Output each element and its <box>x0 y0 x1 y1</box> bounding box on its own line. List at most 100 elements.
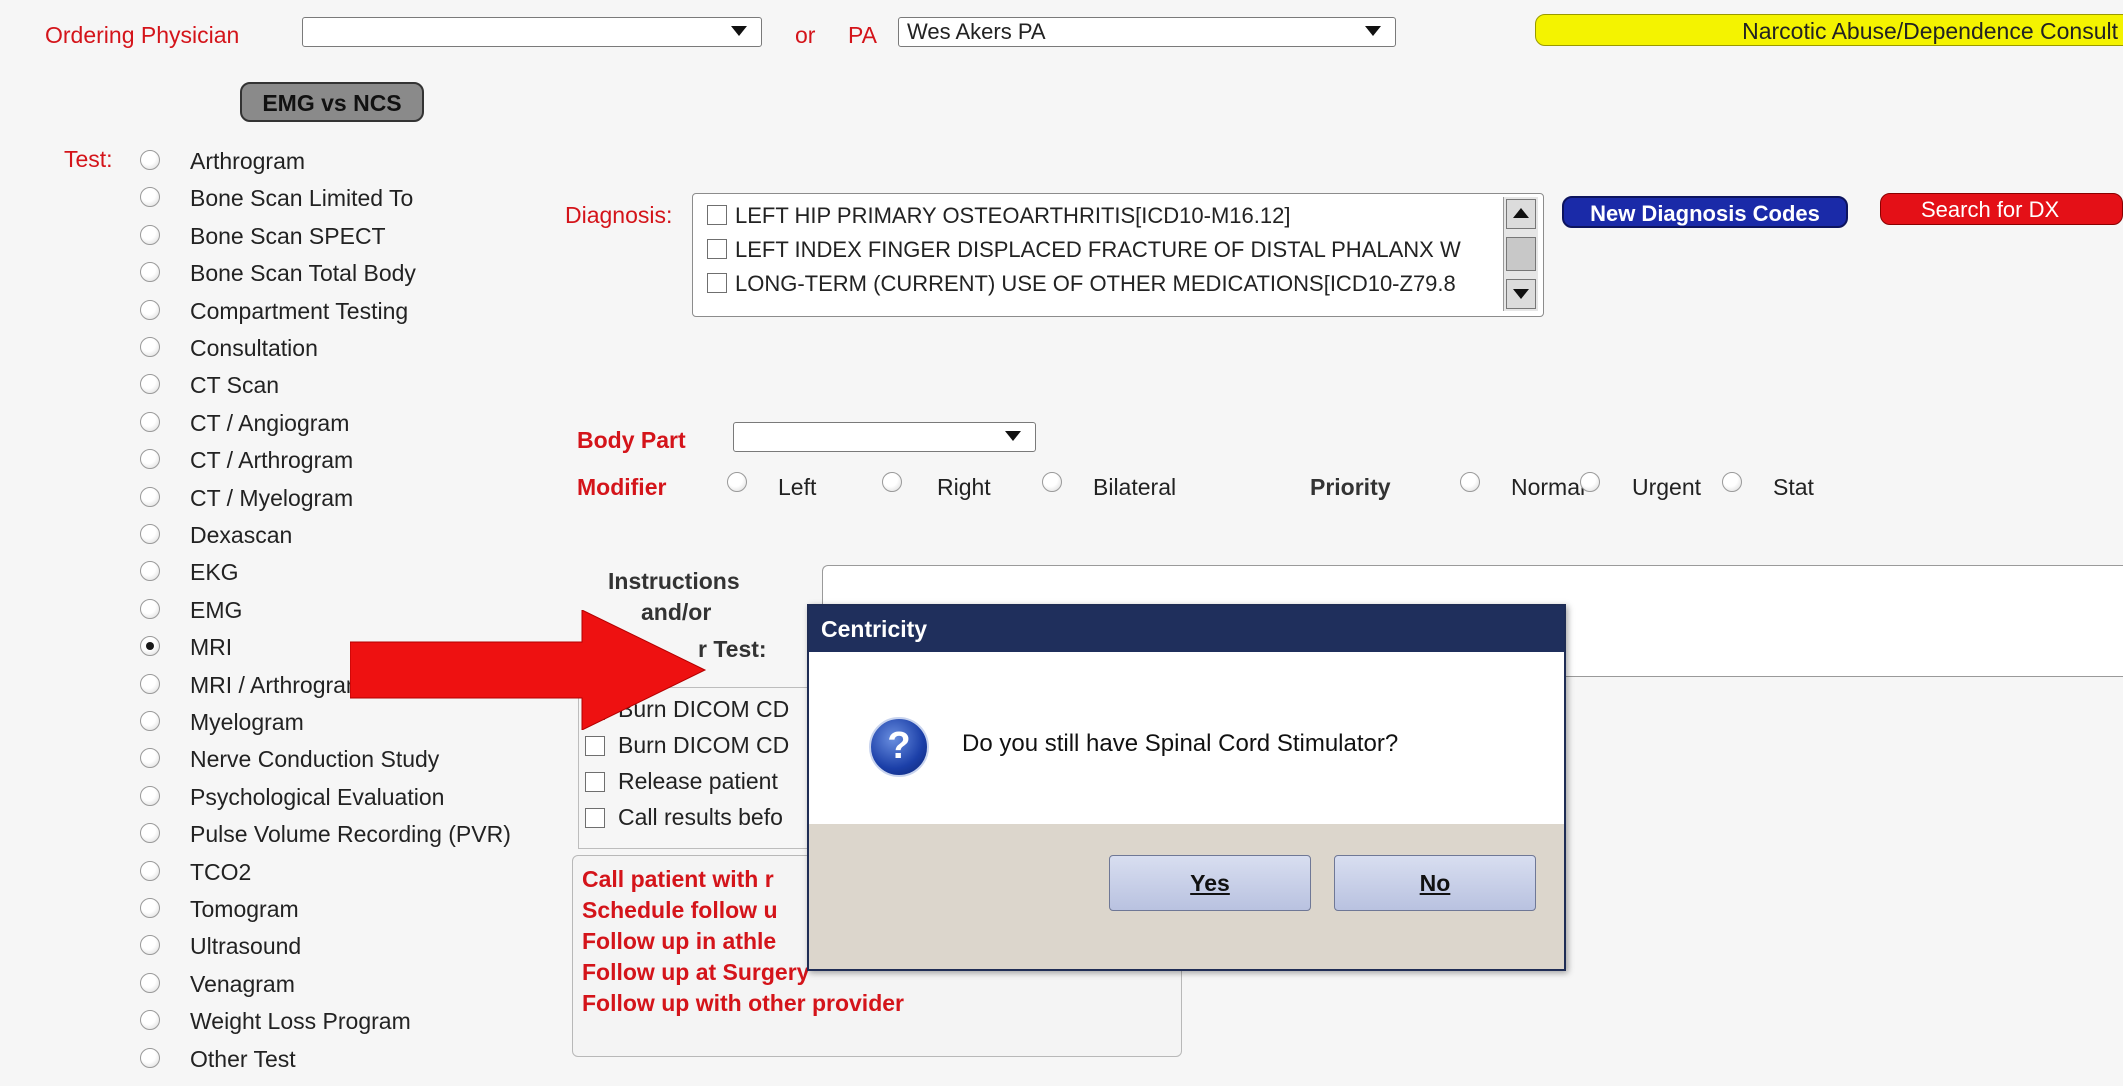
followup-link[interactable]: Follow up in athle <box>582 928 776 955</box>
test-option-label: MRI <box>190 634 233 661</box>
red-arrow-icon <box>350 610 707 730</box>
chevron-down-icon[interactable] <box>1360 18 1386 45</box>
test-radio[interactable] <box>140 860 160 881</box>
test-radio[interactable] <box>140 823 160 844</box>
test-option-label: EKG <box>190 559 239 586</box>
instructions-label: Instructions <box>608 568 740 594</box>
diagnosis-scrollbar[interactable] <box>1503 197 1538 311</box>
test-option-label: Psychological Evaluation <box>190 783 445 810</box>
test-option-label: Bone Scan Limited To <box>190 185 414 212</box>
chevron-down-icon[interactable] <box>726 18 752 45</box>
test-radio[interactable] <box>140 935 160 956</box>
option-checkbox[interactable] <box>585 772 605 792</box>
priority-normal-label: Normal <box>1511 474 1586 500</box>
test-radio[interactable] <box>140 598 160 619</box>
option-checkbox-label: Burn DICOM CD <box>618 732 790 758</box>
pa-label: PA <box>848 22 877 48</box>
emg-vs-ncs-button[interactable]: EMG vs NCS <box>240 82 424 122</box>
priority-urgent-radio[interactable] <box>1580 472 1600 492</box>
priority-stat-radio[interactable] <box>1722 472 1742 492</box>
pa-value: Wes Akers PA <box>907 19 1046 44</box>
no-button[interactable]: No <box>1334 855 1536 911</box>
test-radio[interactable] <box>140 337 160 357</box>
test-radio[interactable] <box>140 898 160 918</box>
test-option-label: Pulse Volume Recording (PVR) <box>190 821 511 848</box>
modifier-bilateral-radio[interactable] <box>1042 472 1062 492</box>
scroll-up-icon[interactable] <box>1506 199 1536 229</box>
diagnosis-item-label: LEFT INDEX FINGER DISPLACED FRACTURE OF … <box>735 237 1461 262</box>
test-option-label: Venagram <box>190 970 295 997</box>
diagnosis-item-label: LEFT HIP PRIMARY OSTEOARTHRITIS[ICD10-M1… <box>735 203 1291 228</box>
yes-button[interactable]: Yes <box>1109 855 1311 911</box>
priority-normal-radio[interactable] <box>1460 472 1480 492</box>
followup-link[interactable]: Schedule follow u <box>582 897 778 924</box>
option-checkbox[interactable] <box>585 736 605 756</box>
option-checkbox[interactable] <box>585 808 605 828</box>
diagnosis-checkbox[interactable] <box>707 239 727 259</box>
ordering-physician-label: Ordering Physician <box>45 22 240 48</box>
test-radio[interactable] <box>140 150 160 170</box>
followup-link[interactable]: Follow up with other provider <box>582 990 904 1017</box>
followup-link[interactable]: Follow up at Surgery <box>582 959 809 986</box>
test-radio[interactable] <box>140 411 160 432</box>
test-radio[interactable] <box>140 187 160 208</box>
confirm-dialog: Centricity ? Do you still have Spinal Co… <box>807 604 1566 971</box>
test-radio[interactable] <box>140 299 160 320</box>
test-radio[interactable] <box>140 972 160 993</box>
test-option-label: TCO2 <box>190 858 252 885</box>
test-option-label: Bone Scan Total Body <box>190 260 416 287</box>
modifier-label: Modifier <box>577 474 667 500</box>
diagnosis-list[interactable]: LEFT HIP PRIMARY OSTEOARTHRITIS[ICD10-M1… <box>692 193 1544 317</box>
test-option-label: Tomogram <box>190 896 299 922</box>
test-radio[interactable] <box>140 636 160 657</box>
dialog-message: Do you still have Spinal Cord Stimulator… <box>962 730 1399 757</box>
search-for-dx-button[interactable]: Search for DX <box>1880 193 2123 225</box>
chevron-down-icon[interactable] <box>1000 423 1026 450</box>
test-option-label: CT Scan <box>190 372 280 399</box>
test-radio[interactable] <box>140 486 160 507</box>
question-icon: ? <box>869 717 929 777</box>
test-option-label: CT / Angiogram <box>190 409 350 436</box>
test-radio[interactable] <box>140 561 160 582</box>
modifier-left-radio[interactable] <box>727 472 747 492</box>
modifier-right-label: Right <box>937 474 991 500</box>
priority-urgent-label: Urgent <box>1632 474 1702 500</box>
modifier-left-label: Left <box>778 474 817 500</box>
modifier-bilateral-label: Bilateral <box>1093 474 1177 500</box>
test-radio[interactable] <box>140 374 160 395</box>
ordering-physician-select[interactable] <box>302 17 762 47</box>
new-diagnosis-codes-button[interactable]: New Diagnosis Codes <box>1562 196 1848 228</box>
test-radio[interactable] <box>140 785 160 806</box>
dialog-footer: Yes No <box>809 824 1564 969</box>
scroll-thumb[interactable] <box>1506 237 1536 271</box>
pa-select[interactable]: Wes Akers PA <box>898 17 1396 47</box>
test-radio[interactable] <box>140 524 160 544</box>
test-option-label: Arthrogram <box>190 148 306 174</box>
diagnosis-checkbox[interactable] <box>707 273 727 293</box>
test-radio[interactable] <box>140 1010 160 1031</box>
scroll-down-icon[interactable] <box>1506 279 1536 309</box>
test-radio[interactable] <box>140 449 160 470</box>
test-option-label: Consultation <box>190 335 318 361</box>
test-label: Test: <box>64 146 113 172</box>
test-radio[interactable] <box>140 224 160 245</box>
test-option-label: Compartment Testing <box>190 297 409 324</box>
followup-link[interactable]: Call patient with r <box>582 866 774 893</box>
test-radio[interactable] <box>140 1047 160 1068</box>
test-option-label: Weight Loss Program <box>190 1008 411 1035</box>
diagnosis-checkbox[interactable] <box>707 205 727 225</box>
test-option-label: EMG <box>190 596 243 623</box>
test-option-label: Nerve Conduction Study <box>190 746 440 773</box>
test-radio[interactable] <box>140 673 160 694</box>
test-option-label: Dexascan <box>190 522 293 548</box>
or-label: or <box>795 22 816 48</box>
body-part-select[interactable] <box>733 422 1036 452</box>
test-option-label: Myelogram <box>190 709 304 735</box>
test-radio[interactable] <box>140 711 160 731</box>
test-radio[interactable] <box>140 748 160 769</box>
priority-stat-label: Stat <box>1773 474 1814 500</box>
narcotic-consult-button[interactable]: Narcotic Abuse/Dependence Consult <box>1535 14 2123 46</box>
modifier-right-radio[interactable] <box>882 472 902 492</box>
test-option-label: CT / Arthrogram <box>190 447 354 474</box>
test-radio[interactable] <box>140 262 160 283</box>
